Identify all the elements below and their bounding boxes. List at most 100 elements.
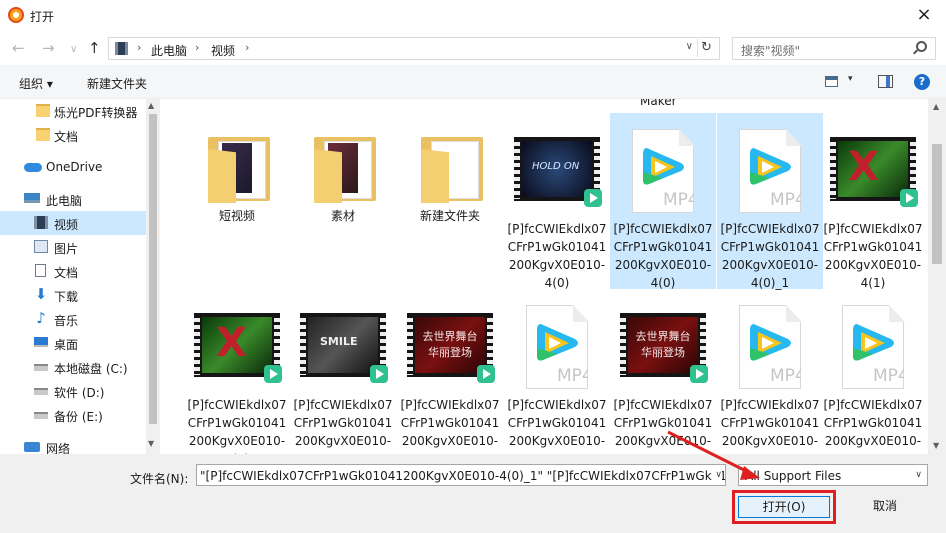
sidebar-item-documents-folder[interactable]: 文档 xyxy=(0,123,146,147)
video-icon xyxy=(34,216,48,229)
computer-icon xyxy=(24,193,40,203)
file-name: [P]fcCWIEkdlx07CFrP1wGk01041200KgvX0E010… xyxy=(823,398,923,454)
sidebar-item-label: 软件 (D:) xyxy=(54,386,105,400)
video-thumbnail: 去世界舞台 华丽登场 xyxy=(407,305,495,391)
player-badge-icon xyxy=(264,365,282,383)
sidebar-item-pictures[interactable]: 图片 xyxy=(0,235,146,259)
scroll-up-icon[interactable]: ▲ xyxy=(933,102,939,111)
folder-icon xyxy=(36,104,50,117)
view-mode-icon[interactable] xyxy=(825,76,838,87)
back-arrow-icon[interactable]: ← xyxy=(12,39,25,57)
file-tile-folder-material[interactable]: 素材 xyxy=(290,113,396,289)
file-name: [P]fcCWIEkdlx07CFrP1wGk01041200KgvX0E010… xyxy=(823,222,923,290)
file-name: [P]fcCWIEkdlx07CFrP1wGk01041200KgvX0E010… xyxy=(613,222,713,290)
sidebar-item-label: 桌面 xyxy=(54,338,79,352)
close-icon[interactable]: × xyxy=(912,4,936,26)
sidebar-item-this-pc[interactable]: 此电脑 xyxy=(0,187,146,211)
sidebar-item-network[interactable]: 网络 xyxy=(0,435,146,454)
view-dropdown-icon[interactable]: ▾ xyxy=(848,74,853,84)
recent-dropdown-icon[interactable]: ∨ xyxy=(70,41,77,59)
window-title: 打开 xyxy=(30,10,55,24)
open-button[interactable]: 打开(O) xyxy=(738,496,830,518)
refresh-icon[interactable]: ↻ xyxy=(697,39,715,57)
breadcrumb-separator[interactable]: › xyxy=(195,41,199,54)
player-badge-icon xyxy=(477,365,495,383)
music-icon: ♪ xyxy=(36,309,46,327)
video-folder-icon xyxy=(115,42,128,55)
file-type-dropdown-icon[interactable]: ∨ xyxy=(915,470,922,480)
forward-arrow-icon[interactable]: → xyxy=(42,39,55,57)
mp4-label: MP4 xyxy=(663,190,699,210)
mp4-file-icon: MP4 xyxy=(830,305,916,391)
file-list-scrollbar[interactable]: ▲ ▼ xyxy=(928,99,946,454)
player-badge-icon xyxy=(370,365,388,383)
sidebar-item-videos[interactable]: 视频 xyxy=(0,211,146,235)
sidebar-item-pdf-converter[interactable]: 烁光PDF转换器 xyxy=(0,99,146,123)
new-folder-button[interactable]: 新建文件夹 xyxy=(87,75,147,92)
file-name: [P]fcCWIEkdlx07CFrP1wGk01041200KgvX0E010… xyxy=(400,398,500,454)
sidebar-item-drive-c[interactable]: 本地磁盘 (C:) xyxy=(0,355,146,379)
file-tile-video[interactable]: HOLD ON [P]fcCWIEkdlx07CFrP1wGk01041200K… xyxy=(504,113,610,290)
thumbnail-text: SMILE xyxy=(320,335,358,348)
file-tile-mp4[interactable]: MP4 [P]fcCWIEkdlx07CFrP1wGk01041200KgvX0… xyxy=(610,113,716,290)
sidebar-item-documents[interactable]: 文档 xyxy=(0,259,146,283)
file-list-scroll-thumb[interactable] xyxy=(932,144,942,264)
cancel-button[interactable]: 取消 xyxy=(850,494,920,518)
scroll-up-icon[interactable]: ▲ xyxy=(148,101,154,110)
file-type-value[interactable]: All Support Files xyxy=(745,469,841,483)
breadcrumb-this-pc[interactable]: 此电脑 xyxy=(151,42,187,59)
thumbnail-text: HOLD ON xyxy=(532,161,580,172)
filename-value[interactable]: "[P]fcCWIEkdlx07CFrP1wGk01041200KgvX0E01… xyxy=(200,469,725,483)
filename-dropdown-icon[interactable]: ∨ xyxy=(712,470,722,480)
file-tile-mp4[interactable]: MP4 [P]fcCWIEkdlx07CFrP1wGk01041200KgvX0… xyxy=(717,289,823,454)
drive-icon xyxy=(34,412,48,419)
sidebar-item-music[interactable]: ♪ 音乐 xyxy=(0,307,146,331)
search-box[interactable]: 搜索"视频" xyxy=(732,37,936,60)
file-tile-video[interactable]: X [P]fcCWIEkdlx07CFrP1wGk01041200KgvX0E0… xyxy=(820,113,926,290)
file-tile-mp4[interactable]: MP4 [P]fcCWIEkdlx07CFrP1wGk01041200KgvX0… xyxy=(504,289,610,454)
drive-icon xyxy=(34,364,48,371)
sidebar-item-drive-d[interactable]: 软件 (D:) xyxy=(0,379,146,403)
sidebar-item-desktop[interactable]: 桌面 xyxy=(0,331,146,355)
cloud-icon xyxy=(24,163,42,172)
desktop-icon xyxy=(34,337,48,347)
folder-icon xyxy=(194,129,280,215)
file-tile-folder-new[interactable]: 新建文件夹 xyxy=(397,113,503,289)
filename-field[interactable]: "[P]fcCWIEkdlx07CFrP1wGk01041200KgvX0E01… xyxy=(196,464,726,486)
sidebar-item-label: 音乐 xyxy=(54,314,79,328)
file-tile-mp4[interactable]: MP4 [P]fcCWIEkdlx07CFrP1wGk01041200KgvX0… xyxy=(820,289,926,454)
help-icon[interactable]: ? xyxy=(914,74,930,90)
file-tile-video[interactable]: 去世界舞台 华丽登场 [P]fcCWIEkdlx07CFrP1wGk010412… xyxy=(397,289,503,454)
mp4-file-icon: MP4 xyxy=(727,305,813,391)
sidebar-item-label: 下载 xyxy=(54,290,79,304)
file-name: [P]fcCWIEkdlx07CFrP1wGk01041200KgvX0E010… xyxy=(720,398,820,454)
app-icon xyxy=(8,7,24,23)
address-bar[interactable]: › 此电脑 › 视频 › ∨ ↻ xyxy=(108,37,720,60)
sidebar-scrollbar[interactable]: ▲ ▼ xyxy=(146,99,160,454)
up-arrow-icon[interactable]: ↑ xyxy=(88,39,101,57)
breadcrumb-separator[interactable]: › xyxy=(137,41,141,54)
file-type-select[interactable]: All Support Files ∨ xyxy=(738,464,928,486)
sidebar-item-drive-e[interactable]: 备份 (E:) xyxy=(0,403,146,427)
sidebar-item-onedrive[interactable]: OneDrive xyxy=(0,155,146,179)
partial-item-label: Maker xyxy=(640,99,677,108)
dialog-footer: 文件名(N): "[P]fcCWIEkdlx07CFrP1wGk01041200… xyxy=(0,454,946,533)
breadcrumb-separator[interactable]: › xyxy=(245,41,249,54)
file-tile-mp4[interactable]: MP4 [P]fcCWIEkdlx07CFrP1wGk01041200KgvX0… xyxy=(717,113,823,290)
file-tile-video[interactable]: X [P]fcCWIEkdlx07CFrP1wGk01041200KgvX0E0… xyxy=(184,289,290,454)
sidebar-item-downloads[interactable]: ⬇ 下载 xyxy=(0,283,146,307)
preview-pane-icon[interactable] xyxy=(878,75,893,88)
file-tile-folder-short-video[interactable]: 短视频 xyxy=(184,113,290,289)
sidebar-scroll-thumb[interactable] xyxy=(149,114,157,424)
file-tile-video[interactable]: 去世界舞台 华丽登场 [P]fcCWIEkdlx07CFrP1wGk010412… xyxy=(610,289,716,454)
file-name: [P]fcCWIEkdlx07CFrP1wGk01041200KgvX0E010… xyxy=(187,398,287,454)
sidebar-item-label: 此电脑 xyxy=(46,194,83,208)
breadcrumb-videos[interactable]: 视频 xyxy=(211,42,235,59)
address-dropdown-icon[interactable]: ∨ xyxy=(686,41,693,52)
search-icon[interactable] xyxy=(916,41,927,52)
organize-menu[interactable]: 组织 ▾ xyxy=(19,75,53,92)
file-tile-video[interactable]: SMILE [P]fcCWIEkdlx07CFrP1wGk01041200Kgv… xyxy=(290,289,396,454)
search-input[interactable]: 搜索"视频" xyxy=(741,42,800,59)
scroll-down-icon[interactable]: ▼ xyxy=(933,441,939,450)
scroll-down-icon[interactable]: ▼ xyxy=(148,439,154,448)
